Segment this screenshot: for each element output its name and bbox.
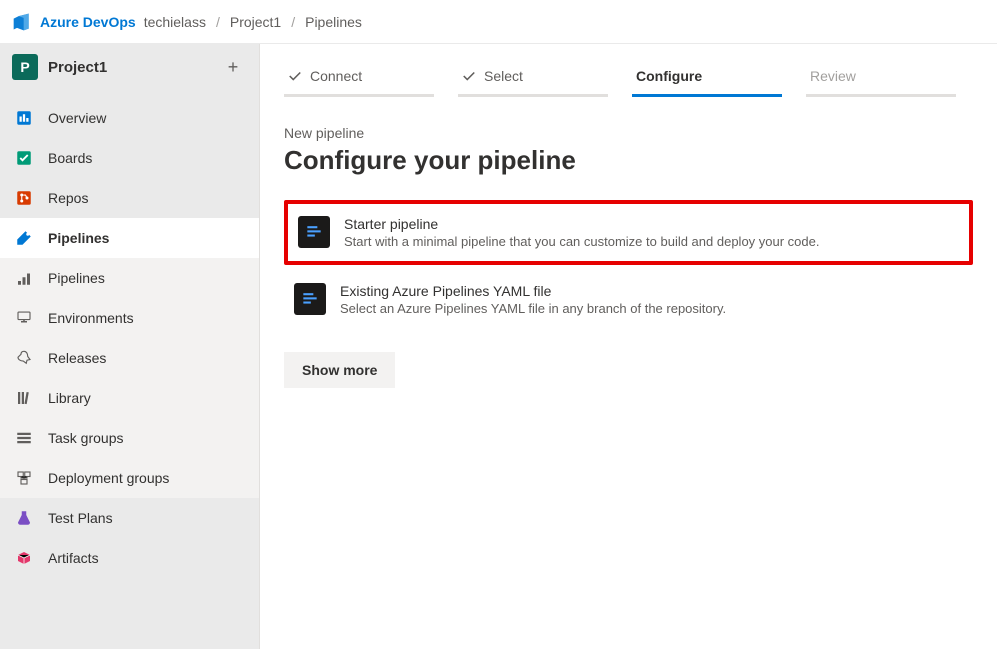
sidebar-subitem-environments[interactable]: Environments <box>0 298 259 338</box>
sidebar-subitem-releases[interactable]: Releases <box>0 338 259 378</box>
sidebar-item-label: Environments <box>48 310 134 326</box>
project-badge: P <box>12 54 38 80</box>
option-title: Existing Azure Pipelines YAML file <box>340 283 726 299</box>
breadcrumb-separator: / <box>214 14 222 30</box>
sidebar-subitem-pipelines[interactable]: Pipelines <box>0 258 259 298</box>
sidebar-item-testplans[interactable]: Test Plans <box>0 498 259 538</box>
sidebar-subitem-library[interactable]: Library <box>0 378 259 418</box>
sidebar-item-label: Releases <box>48 350 106 366</box>
sidebar-item-overview[interactable]: Overview <box>0 98 259 138</box>
sidebar-item-label: Artifacts <box>48 550 99 566</box>
breadcrumb-section[interactable]: Pipelines <box>305 14 362 30</box>
sidebar-item-label: Repos <box>48 190 88 206</box>
project-header[interactable]: P Project1 + <box>0 44 259 90</box>
sidebar-item-repos[interactable]: Repos <box>0 178 259 218</box>
add-button[interactable]: + <box>221 55 245 79</box>
pipeline-template-icon <box>294 283 326 315</box>
artifacts-icon <box>14 548 34 568</box>
option-description: Select an Azure Pipelines YAML file in a… <box>340 301 726 316</box>
overview-icon <box>14 108 34 128</box>
pipeline-template-icon <box>298 216 330 248</box>
option-existing-yaml[interactable]: Existing Azure Pipelines YAML file Selec… <box>284 271 973 328</box>
top-breadcrumb-bar: Azure DevOps techielass / Project1 / Pip… <box>0 0 997 44</box>
sidebar-subitem-taskgroups[interactable]: Task groups <box>0 418 259 458</box>
breadcrumb-org[interactable]: techielass <box>144 14 206 30</box>
wizard-step-label: Review <box>810 68 856 84</box>
option-starter-pipeline[interactable]: Starter pipeline Start with a minimal pi… <box>284 200 973 265</box>
testplans-icon <box>14 508 34 528</box>
wizard-step-label: Select <box>484 68 523 84</box>
sidebar-item-label: Boards <box>48 150 92 166</box>
deploymentgroups-icon <box>14 468 34 488</box>
sidebar-item-label: Library <box>48 390 91 406</box>
wizard-step-select[interactable]: Select <box>458 62 608 97</box>
main-content: Connect Select Configure Review New pipe… <box>260 44 997 649</box>
azure-devops-logo-icon <box>12 12 32 32</box>
option-title: Starter pipeline <box>344 216 819 232</box>
breadcrumb-separator: / <box>289 14 297 30</box>
project-name: Project1 <box>48 59 211 76</box>
sidebar-item-boards[interactable]: Boards <box>0 138 259 178</box>
sidebar: P Project1 + Overview Boards <box>0 44 260 649</box>
sidebar-item-artifacts[interactable]: Artifacts <box>0 538 259 578</box>
repos-icon <box>14 188 34 208</box>
wizard-step-label: Connect <box>310 68 362 84</box>
wizard-steps: Connect Select Configure Review <box>284 62 973 97</box>
show-more-button[interactable]: Show more <box>284 352 395 388</box>
brand-link[interactable]: Azure DevOps <box>40 14 136 30</box>
sidebar-item-label: Pipelines <box>48 270 105 286</box>
sidebar-item-label: Test Plans <box>48 510 113 526</box>
environments-icon <box>14 308 34 328</box>
pipelines-icon <box>14 228 34 248</box>
check-icon <box>462 69 476 83</box>
releases-icon <box>14 348 34 368</box>
page-subhead: New pipeline <box>284 125 973 141</box>
sidebar-subitem-deploymentgroups[interactable]: Deployment groups <box>0 458 259 498</box>
sidebar-item-label: Deployment groups <box>48 470 169 486</box>
wizard-step-connect[interactable]: Connect <box>284 62 434 97</box>
wizard-step-label: Configure <box>636 68 702 84</box>
wizard-step-review[interactable]: Review <box>806 62 956 97</box>
boards-icon <box>14 148 34 168</box>
wizard-step-configure[interactable]: Configure <box>632 62 782 97</box>
page-title: Configure your pipeline <box>284 145 973 176</box>
sidebar-item-label: Pipelines <box>48 230 109 246</box>
library-icon <box>14 388 34 408</box>
check-icon <box>288 69 302 83</box>
option-description: Start with a minimal pipeline that you c… <box>344 234 819 249</box>
sidebar-item-pipelines[interactable]: Pipelines <box>0 218 259 258</box>
sidebar-item-label: Task groups <box>48 430 123 446</box>
breadcrumb-project[interactable]: Project1 <box>230 14 281 30</box>
sidebar-item-label: Overview <box>48 110 106 126</box>
plus-icon: + <box>228 57 239 78</box>
pipelines-sub-icon <box>14 268 34 288</box>
taskgroups-icon <box>14 428 34 448</box>
